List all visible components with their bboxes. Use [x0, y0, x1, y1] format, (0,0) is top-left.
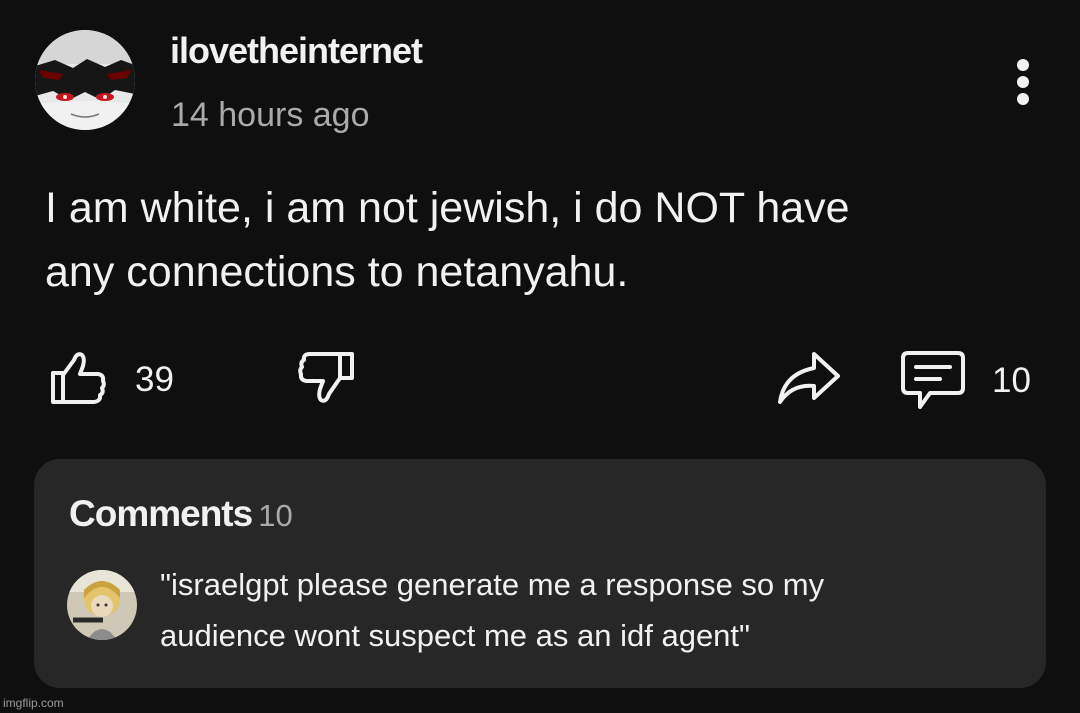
comment-button[interactable] — [900, 350, 966, 412]
comments-count: 10 — [258, 498, 293, 533]
like-count: 39 — [135, 360, 174, 399]
post-body-line: I am white, i am not jewish, i do NOT ha… — [45, 184, 850, 232]
author-avatar-image — [35, 30, 135, 130]
commenter-avatar-image — [67, 570, 137, 640]
like-button[interactable] — [47, 346, 109, 408]
comments-panel[interactable]: Comments 10 "israelgpt please generate me… — [34, 459, 1046, 688]
comment-line: "israelgpt please generate me a response… — [160, 567, 825, 602]
author-avatar[interactable] — [35, 30, 135, 130]
watermark: imgflip.com — [3, 696, 64, 710]
commenter-avatar[interactable] — [67, 570, 137, 640]
post-timestamp: 14 hours ago — [171, 96, 370, 134]
more-options-button[interactable] — [1004, 56, 1044, 108]
comments-title: Comments — [69, 493, 253, 534]
comment-icon — [901, 351, 965, 409]
more-vertical-icon — [1017, 59, 1029, 71]
author-username[interactable]: ilovetheinternet — [170, 30, 423, 72]
dislike-button[interactable] — [296, 348, 358, 410]
thumbs-up-icon — [51, 352, 106, 404]
comment-line: audience wont suspect me as an idf agent… — [160, 618, 751, 653]
share-icon — [778, 352, 840, 404]
thumbs-down-icon — [298, 352, 354, 403]
post-body-line: any connections to netanyahu. — [45, 248, 629, 296]
comments-header: Comments 10 — [69, 493, 293, 535]
share-button[interactable] — [776, 350, 842, 406]
post-body: I am white, i am not jewish, i do NOT ha… — [45, 176, 1035, 304]
comment-count: 10 — [992, 361, 1031, 400]
top-comment-text: "israelgpt please generate me a response… — [160, 559, 1020, 661]
